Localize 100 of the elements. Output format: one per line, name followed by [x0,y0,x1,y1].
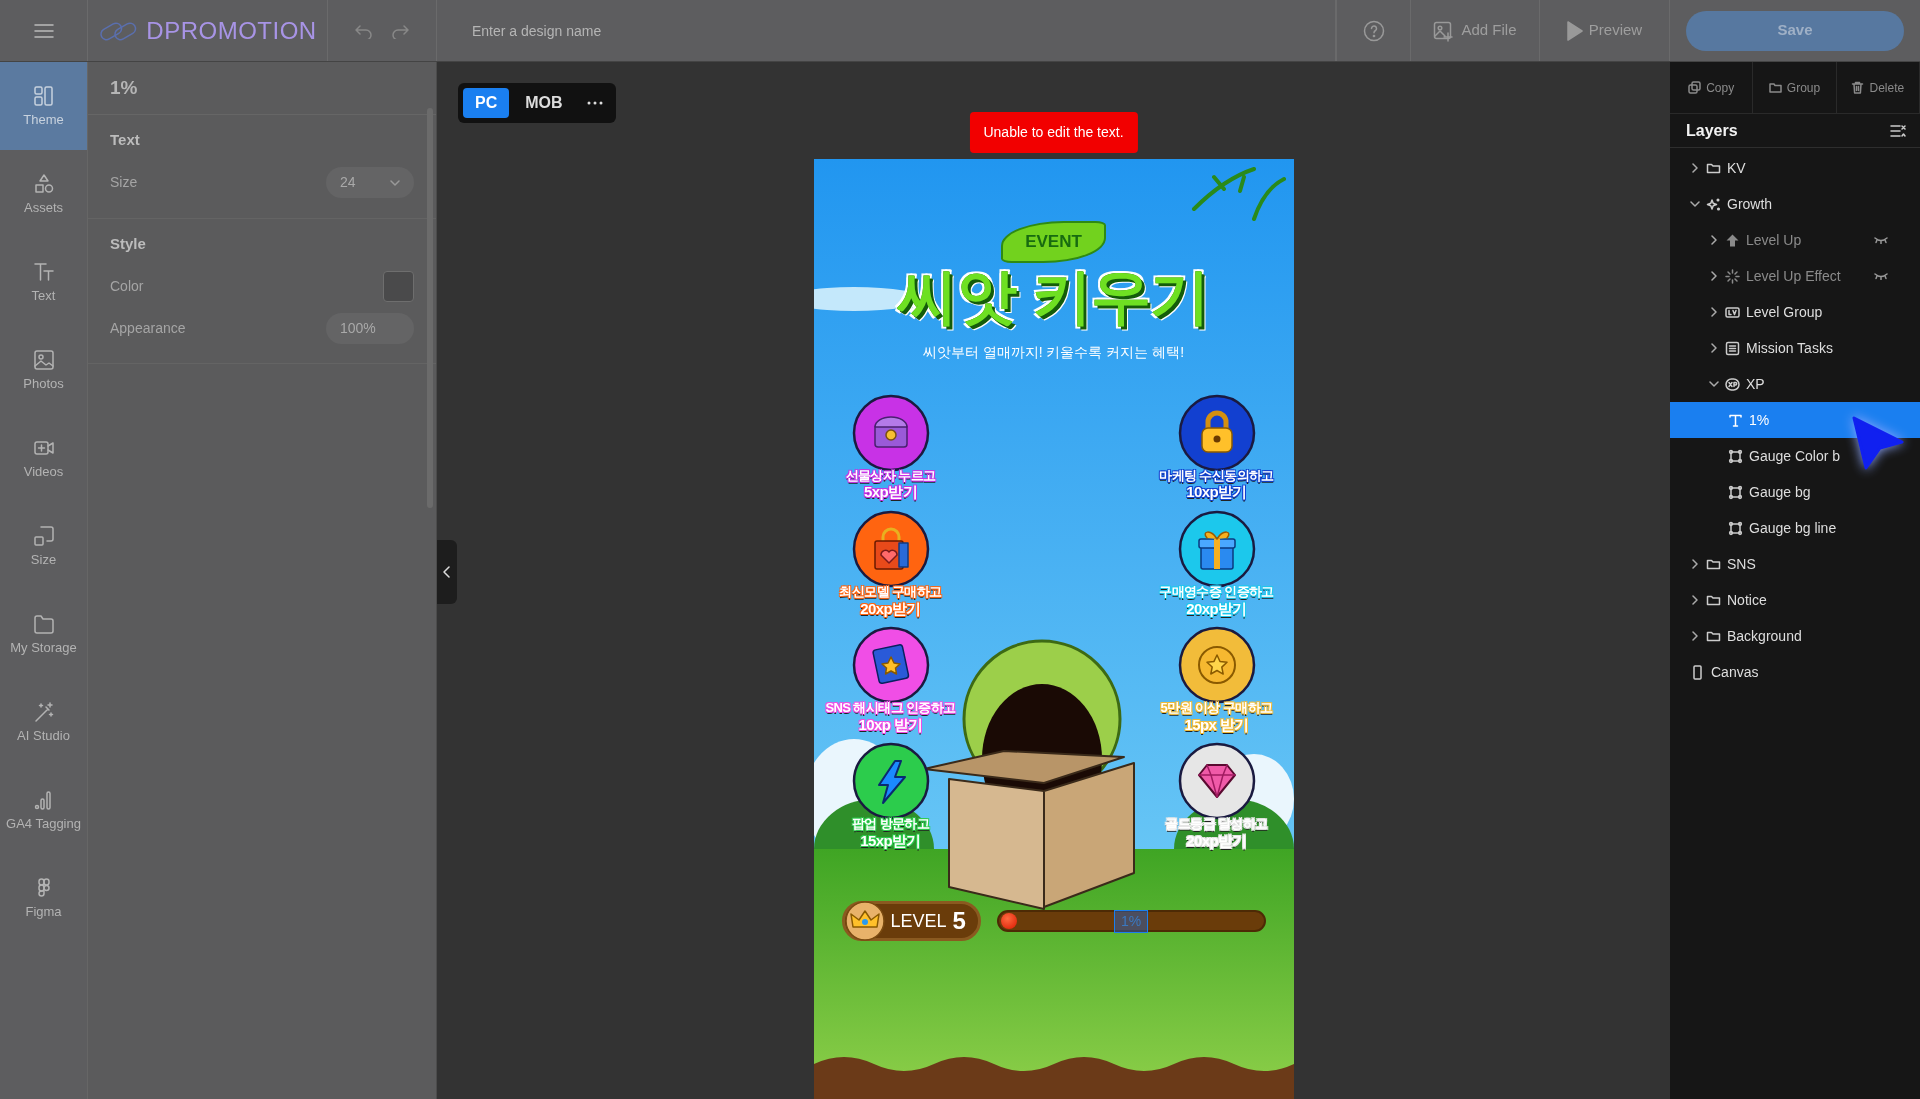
folder-icon [32,612,55,635]
mission-reward: 10xp받기 [1186,483,1247,501]
sidebar-tab[interactable]: Size [0,502,87,590]
mission-reward: 15xp받기 [860,832,921,850]
layer-row[interactable]: Mission Tasks [1670,330,1920,366]
crown-icon [844,901,885,942]
chevron-down-icon [390,179,400,186]
sidebar-tab[interactable]: GA4 Tagging [0,766,87,854]
spinner-icon [1725,268,1740,284]
mission-reward: 20xp받기 [1186,832,1247,850]
layout-icon [32,84,55,107]
layer-row[interactable]: XP [1670,366,1920,402]
mission-reward: 10xp 받기 [858,715,923,734]
collapse-handle[interactable] [437,540,457,604]
layer-row[interactable]: Gauge bg line [1670,510,1920,546]
sidebar-tab[interactable]: My Storage [0,590,87,678]
layer-row[interactable]: Level Up [1670,222,1920,258]
layer-row[interactable]: SNS [1670,546,1920,582]
arrow-up-icon [1725,232,1740,248]
device-tab[interactable]: PC [463,88,510,118]
layer-row[interactable]: Level Up Effect [1670,258,1920,294]
chevron-right-icon[interactable] [1690,631,1700,641]
sidebar-tab[interactable]: Photos [0,326,87,414]
layer-row[interactable]: Gauge bg [1670,474,1920,510]
toolbar-button[interactable]: Copy [1670,62,1754,113]
toolbar-button[interactable]: Group [1753,62,1837,113]
mission-reward: 20xp받기 [1186,599,1247,617]
shapes-icon [32,172,55,195]
mission-reward: 15px 받기 [1184,715,1249,734]
event-title: 씨앗 키우기 [898,264,1209,328]
frame-icon [1728,520,1743,536]
error-toast: Unable to edit the text. [969,112,1138,153]
more-icon [586,101,603,105]
chevron-left-icon [443,566,451,578]
frame-icon [1728,448,1743,464]
mission-label: 마케팅 수신동의하고 [1159,468,1274,484]
play-icon [1566,20,1583,41]
chevron-right-icon[interactable] [1709,343,1719,353]
device-tab[interactable]: MOB [513,88,575,118]
mission-label: 최신모델 구매하고 [839,584,942,600]
eye-closed-icon[interactable] [1874,272,1888,280]
layer-row[interactable]: Gauge Color b [1670,438,1920,474]
menu-icon[interactable] [33,22,54,39]
sidebar-tab[interactable]: Videos [0,414,87,502]
mission-label: 5만원 이상 구매하고 [1160,700,1273,716]
eye-closed-icon[interactable] [1874,236,1888,244]
chevron-right-icon[interactable] [1709,235,1719,245]
panel-title: Layers [1686,120,1738,141]
list-icon [1725,340,1740,356]
mission-label: 구매영수증 인증하고 [1159,584,1274,600]
color-swatch[interactable] [383,270,414,302]
text-icon [32,260,55,283]
sparkle-icon [1706,196,1721,212]
section-title: Text [110,130,141,150]
layer-row[interactable]: Level Group [1670,294,1920,330]
sidebar-tab[interactable]: Theme [0,62,87,150]
layer-row[interactable]: KV [1670,150,1920,186]
level-label: LEVEL [890,909,947,933]
collapse-all-icon[interactable] [1890,123,1906,138]
event-subtitle: 씨앗부터 열매까지! 키울수록 커지는 혜택! [922,342,1185,362]
mission-label: SNS 해시태그 인증하고 [825,700,956,716]
sidebar-tab[interactable]: Assets [0,150,87,238]
chevron-right-icon[interactable] [1709,307,1719,317]
sidebar-tab[interactable]: AI Studio [0,678,87,766]
layer-row[interactable]: 1% [1670,402,1920,438]
layer-row[interactable]: Canvas [1670,654,1920,690]
field-label: Size [110,173,138,192]
text-icon [1728,412,1743,428]
chevron-right-icon[interactable] [1690,559,1700,569]
copy-icon [1688,81,1702,94]
level-number: 5 [952,906,966,937]
image-icon [32,348,55,371]
mission-label: 선물상자 누르고 [845,468,936,484]
folder-icon [1768,81,1782,94]
layer-row[interactable]: Background [1670,618,1920,654]
mission-reward: 5xp받기 [864,483,917,501]
mission-reward: 20xp받기 [860,599,921,617]
xp-badge-icon [1725,376,1740,392]
chevron-right-icon[interactable] [1690,595,1700,605]
chevron-down-icon[interactable] [1690,199,1700,209]
panel-title: 1% [110,75,138,100]
sidebar-tab[interactable]: Figma [0,854,87,942]
layer-row[interactable]: Notice [1670,582,1920,618]
section-title: Style [110,233,147,254]
resize-icon [32,524,55,547]
field-label: Color [110,276,144,296]
chevron-right-icon[interactable] [1709,271,1719,281]
magic-wand-icon [32,700,55,723]
trash-icon [1851,81,1865,94]
sidebar-tab[interactable]: Text [0,238,87,326]
image-plus-icon [1433,19,1456,42]
design-name-field[interactable]: Enter a design name [470,10,1335,51]
chevron-right-icon[interactable] [1690,163,1700,173]
layer-row[interactable]: Growth [1670,186,1920,222]
chevron-down-icon[interactable] [1709,379,1719,389]
phone-icon [1690,664,1705,680]
level-badge-icon [1725,304,1740,320]
toolbar-button[interactable]: Delete [1836,62,1920,113]
frame-icon [1728,484,1743,500]
field-label: Appearance [110,318,186,338]
